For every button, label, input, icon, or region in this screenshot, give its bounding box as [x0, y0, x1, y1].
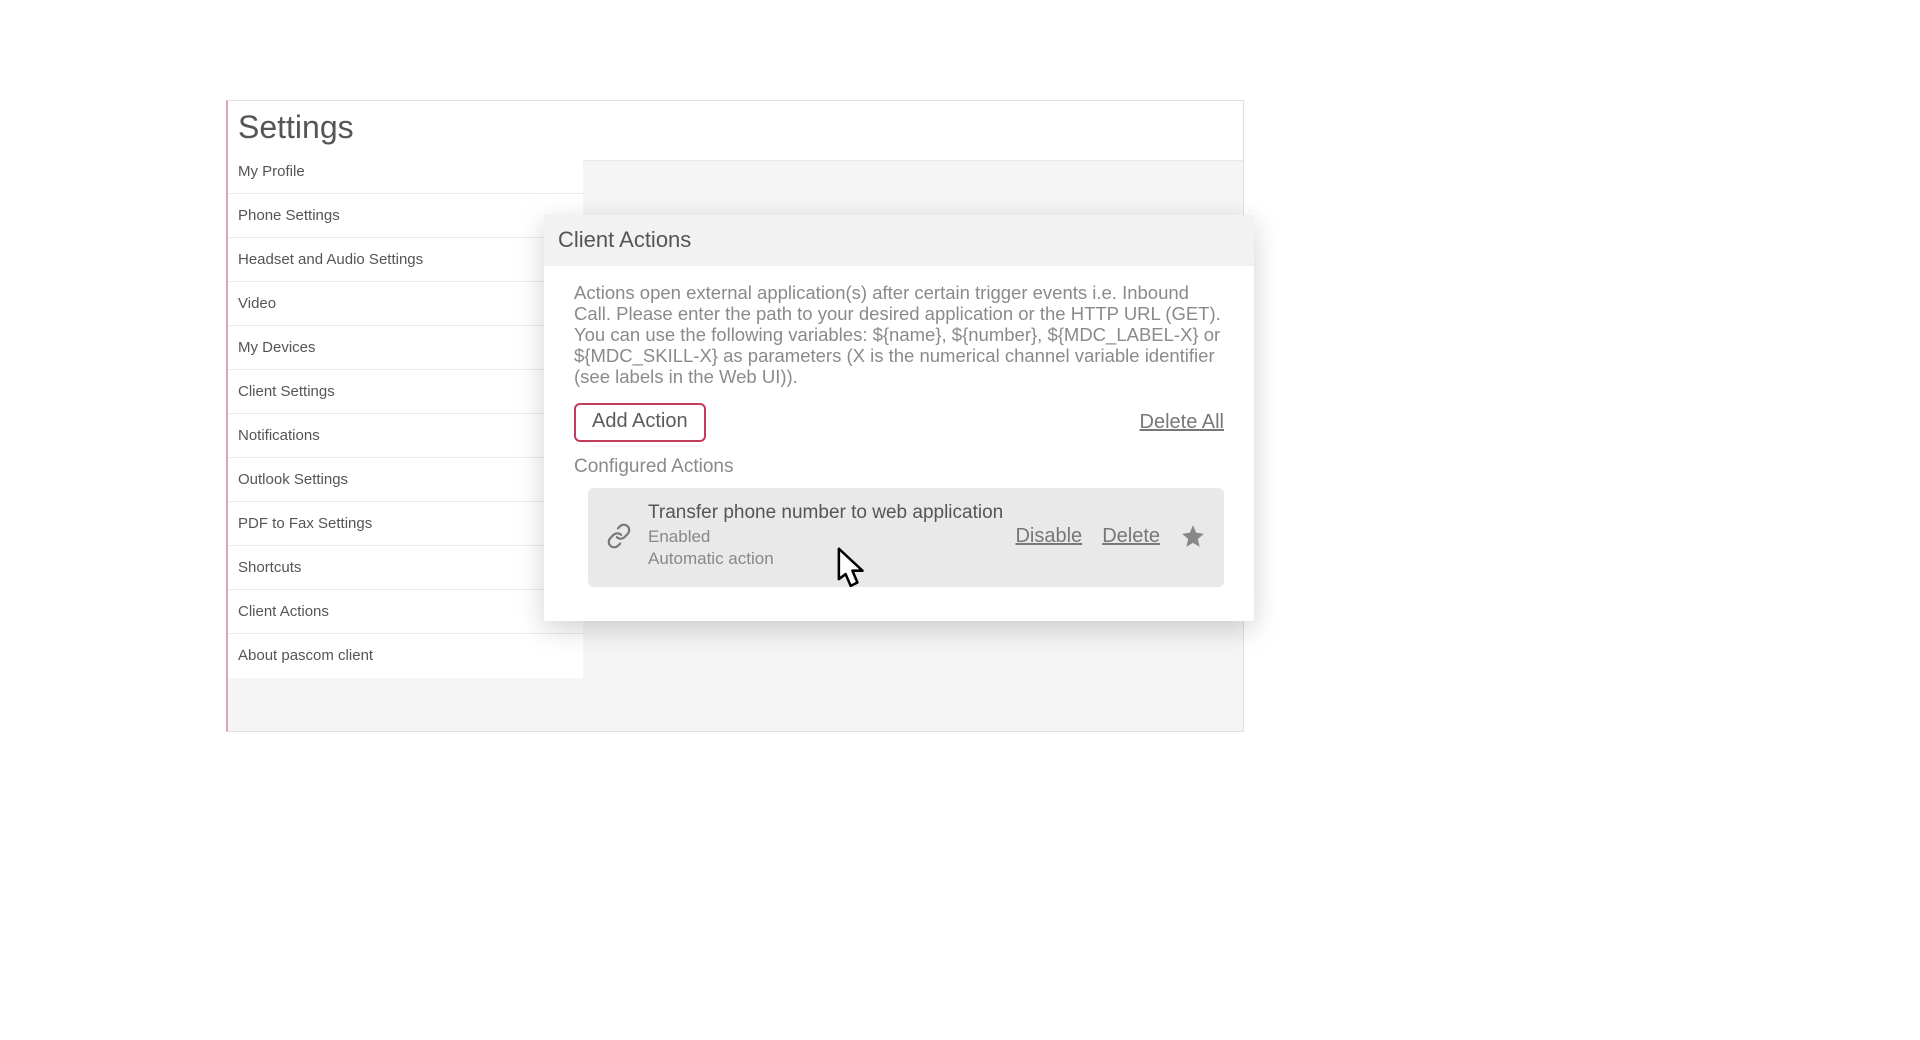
sidebar-item-my-devices[interactable]: My Devices [228, 326, 583, 370]
sidebar-item-headset-audio[interactable]: Headset and Audio Settings [228, 238, 583, 282]
client-actions-panel: Client Actions Actions open external app… [544, 215, 1254, 621]
sidebar-item-label: About pascom client [238, 647, 373, 664]
action-bar: Add Action Delete All [574, 403, 1224, 442]
action-status: Enabled [648, 526, 1015, 548]
sidebar-item-label: Outlook Settings [238, 471, 348, 488]
action-type: Automatic action [648, 548, 1015, 570]
panel-description: Actions open external application(s) aft… [574, 282, 1224, 387]
sidebar-item-label: Phone Settings [238, 207, 340, 224]
sidebar-item-pdf-fax[interactable]: PDF to Fax Settings [228, 502, 583, 546]
sidebar-item-label: Headset and Audio Settings [238, 251, 423, 268]
configured-actions-label: Configured Actions [574, 456, 1224, 478]
sidebar-item-my-profile[interactable]: My Profile [228, 150, 583, 194]
settings-sidebar: My Profile Phone Settings Headset and Au… [228, 150, 583, 678]
star-icon[interactable] [1180, 523, 1206, 549]
panel-body: Actions open external application(s) aft… [544, 266, 1254, 621]
sidebar-item-outlook-settings[interactable]: Outlook Settings [228, 458, 583, 502]
sidebar-item-label: PDF to Fax Settings [238, 515, 372, 532]
sidebar-item-shortcuts[interactable]: Shortcuts [228, 546, 583, 590]
action-title: Transfer phone number to web application [648, 502, 1015, 524]
sidebar-item-phone-settings[interactable]: Phone Settings [228, 194, 583, 238]
sidebar-item-label: Shortcuts [238, 559, 301, 576]
disable-link[interactable]: Disable [1015, 525, 1082, 548]
sidebar-item-label: Notifications [238, 427, 320, 444]
sidebar-item-client-settings[interactable]: Client Settings [228, 370, 583, 414]
sidebar-item-video[interactable]: Video [228, 282, 583, 326]
add-action-button[interactable]: Add Action [574, 403, 706, 442]
sidebar-item-label: Client Settings [238, 383, 335, 400]
sidebar-item-label: Client Actions [238, 603, 329, 620]
sidebar-item-client-actions[interactable]: Client Actions [228, 590, 583, 634]
action-controls: Disable Delete [1015, 523, 1206, 549]
sidebar-item-label: My Devices [238, 339, 316, 356]
page-title: Settings [238, 109, 1233, 146]
panel-title: Client Actions [544, 215, 1254, 266]
sidebar-item-label: My Profile [238, 163, 305, 180]
action-card[interactable]: Transfer phone number to web application… [588, 488, 1224, 586]
sidebar-item-label: Video [238, 295, 276, 312]
delete-all-link[interactable]: Delete All [1140, 411, 1225, 434]
sidebar-item-notifications[interactable]: Notifications [228, 414, 583, 458]
action-text: Transfer phone number to web application… [648, 502, 1015, 570]
sidebar-item-about[interactable]: About pascom client [228, 634, 583, 678]
delete-link[interactable]: Delete [1102, 525, 1160, 548]
link-icon [606, 523, 632, 549]
